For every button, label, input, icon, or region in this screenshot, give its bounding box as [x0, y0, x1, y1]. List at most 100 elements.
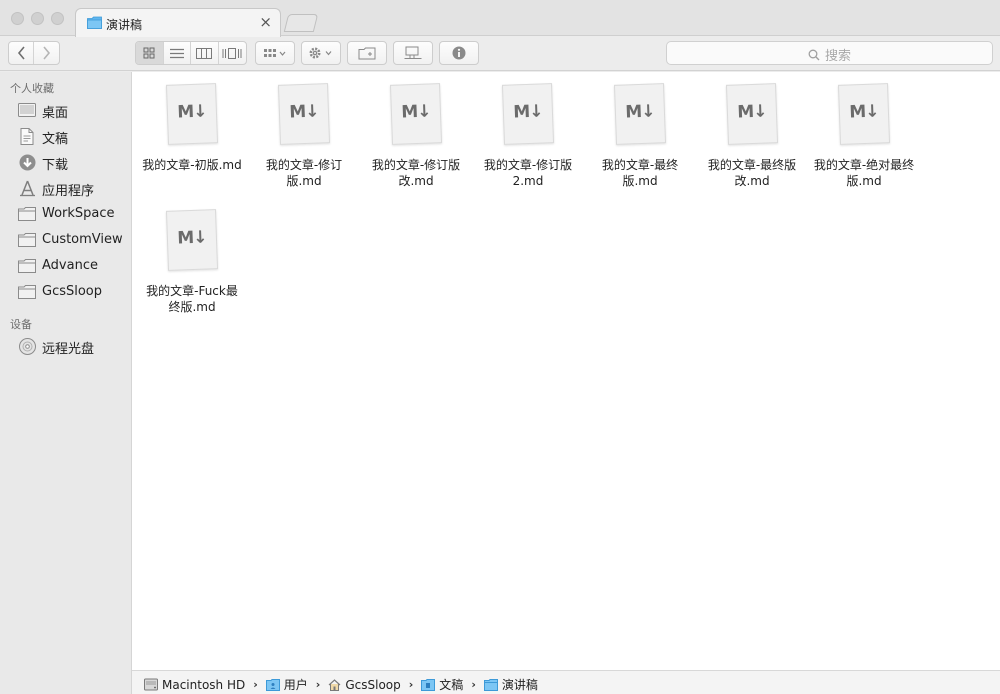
grid-icon	[143, 47, 155, 59]
markdown-file-icon: M↓	[165, 209, 219, 271]
file-name: 我的文章-绝对最终 版.md	[813, 158, 915, 188]
coverflow-icon	[222, 47, 242, 59]
file-name: 我的文章-Fuck最 终版.md	[146, 284, 238, 314]
breadcrumb-separator: ›	[253, 678, 258, 691]
arrange-icon	[264, 48, 286, 57]
file-name: 我的文章-修订版 2.md	[483, 158, 573, 188]
markdown-file-icon: M↓	[613, 83, 667, 145]
desktop-icon	[17, 101, 37, 119]
breadcrumb-separator: ›	[408, 678, 414, 691]
share-button[interactable]	[393, 41, 433, 65]
back-forward-group	[8, 41, 60, 65]
toolbar: 搜索	[0, 37, 1000, 71]
coverflow-view-button[interactable]	[219, 42, 246, 64]
new-folder-button[interactable]	[347, 41, 387, 65]
search-field[interactable]: 搜索	[666, 41, 993, 65]
home-icon	[328, 678, 341, 691]
file-name: 我的文章-最终版 改.md	[707, 158, 797, 188]
tab-title: 演讲稿	[106, 18, 143, 32]
favorites-heading: 个人收藏	[10, 82, 54, 95]
search-icon	[808, 49, 820, 60]
title-bar: 演讲稿 ×	[0, 0, 1000, 37]
file-item[interactable]: M↓ 我的文章-最终 版.md	[586, 83, 694, 189]
chevron-right-icon	[43, 46, 51, 60]
markdown-file-icon: M↓	[389, 83, 443, 145]
breadcrumb-macintosh-hd[interactable]: Macintosh HD	[144, 678, 245, 692]
applications-icon	[17, 179, 37, 197]
file-item[interactable]: M↓ 我的文章-修订版 改.md	[362, 83, 470, 189]
minimize-window-button[interactable]	[31, 12, 44, 25]
new-tab-button[interactable]	[283, 14, 319, 32]
finder-window: 演讲稿 × 搜索 个人收藏 桌面 文稿 下载 应用程序 WorkSpace Cu…	[0, 0, 1000, 694]
folder-icon	[87, 16, 102, 33]
optical-disc-icon	[17, 337, 37, 355]
info-icon	[452, 46, 466, 60]
file-browser-area: M↓ 我的文章-初版.md M↓ 我的文章-修订 版.md M↓ 我的文章-修订版…	[132, 72, 1000, 670]
chevron-left-icon	[17, 46, 25, 60]
documents-icon	[17, 127, 37, 145]
back-button[interactable]	[9, 42, 35, 64]
list-view-button[interactable]	[164, 42, 191, 64]
folder-icon	[17, 205, 37, 223]
file-item[interactable]: M↓ 我的文章-绝对最终 版.md	[810, 83, 918, 189]
file-item[interactable]: M↓ 我的文章-最终版 改.md	[698, 83, 806, 189]
hard-drive-icon	[144, 678, 158, 691]
view-mode-group	[135, 41, 247, 65]
file-name: 我的文章-初版.md	[142, 158, 242, 172]
get-info-button[interactable]	[439, 41, 479, 65]
share-icon	[404, 46, 422, 59]
breadcrumb-separator: ›	[471, 678, 476, 691]
breadcrumb-separator: ›	[315, 678, 321, 691]
file-item[interactable]: M↓ 我的文章-Fuck最 终版.md	[138, 209, 246, 315]
zoom-window-button[interactable]	[51, 12, 64, 25]
documents-folder-icon	[421, 678, 436, 691]
folder-icon	[17, 231, 37, 249]
action-button[interactable]	[301, 41, 341, 65]
sidebar-item-downloads[interactable]: 下载	[0, 150, 131, 174]
users-folder-icon	[265, 678, 280, 691]
sidebar-item-documents[interactable]: 文稿	[0, 124, 131, 148]
file-item[interactable]: M↓ 我的文章-修订 版.md	[250, 83, 358, 189]
sidebar-item-applications[interactable]: 应用程序	[0, 176, 131, 200]
download-icon	[17, 153, 37, 171]
breadcrumb-gcssloop[interactable]: GcsSloop	[328, 678, 401, 692]
breadcrumb: Macintosh HD › 用户 › GcsSloop › 文稿 › 演讲稿	[144, 676, 538, 693]
new-folder-icon	[358, 47, 376, 59]
sidebar-item-desktop[interactable]: 桌面	[0, 98, 131, 122]
folder-icon	[483, 678, 498, 691]
sidebar-item-customview[interactable]: CustomView	[0, 228, 131, 252]
markdown-file-icon: M↓	[837, 83, 891, 145]
sidebar-item-advance[interactable]: Advance	[0, 254, 131, 278]
markdown-file-icon: M↓	[725, 83, 779, 145]
file-item[interactable]: M↓ 我的文章-修订版 2.md	[474, 83, 582, 189]
icon-view-button[interactable]	[136, 42, 164, 64]
forward-button[interactable]	[34, 42, 59, 64]
file-name: 我的文章-修订版 改.md	[371, 158, 461, 188]
search-placeholder: 搜索	[824, 49, 851, 64]
devices-heading: 设备	[10, 318, 32, 331]
breadcrumb-current-folder[interactable]: 演讲稿	[483, 676, 538, 693]
file-name: 我的文章-最终 版.md	[601, 158, 679, 188]
markdown-file-icon: M↓	[277, 83, 331, 145]
markdown-file-icon: M↓	[501, 83, 555, 145]
sidebar: 个人收藏 桌面 文稿 下载 应用程序 WorkSpace CustomView …	[0, 72, 132, 694]
path-bar: Macintosh HD › 用户 › GcsSloop › 文稿 › 演讲稿	[132, 670, 1000, 694]
tab-close-icon[interactable]: ×	[259, 13, 272, 31]
arrange-button[interactable]	[255, 41, 295, 65]
markdown-file-icon: M↓	[165, 83, 219, 145]
file-name: 我的文章-修订 版.md	[265, 158, 343, 188]
gear-icon	[309, 47, 332, 59]
sidebar-item-workspace[interactable]: WorkSpace	[0, 202, 131, 226]
sidebar-item-gcssloop[interactable]: GcsSloop	[0, 280, 131, 304]
file-item[interactable]: M↓ 我的文章-初版.md	[138, 83, 246, 173]
close-window-button[interactable]	[11, 12, 24, 25]
list-icon	[169, 48, 184, 58]
breadcrumb-users[interactable]: 用户	[265, 676, 308, 693]
folder-icon	[17, 257, 37, 275]
folder-icon	[17, 283, 37, 301]
columns-icon	[196, 47, 213, 59]
sidebar-item-remote-disc[interactable]: 远程光盘	[0, 334, 131, 358]
breadcrumb-documents[interactable]: 文稿	[421, 676, 463, 693]
tab-current-folder[interactable]: 演讲稿 ×	[75, 8, 281, 37]
column-view-button[interactable]	[191, 42, 219, 64]
